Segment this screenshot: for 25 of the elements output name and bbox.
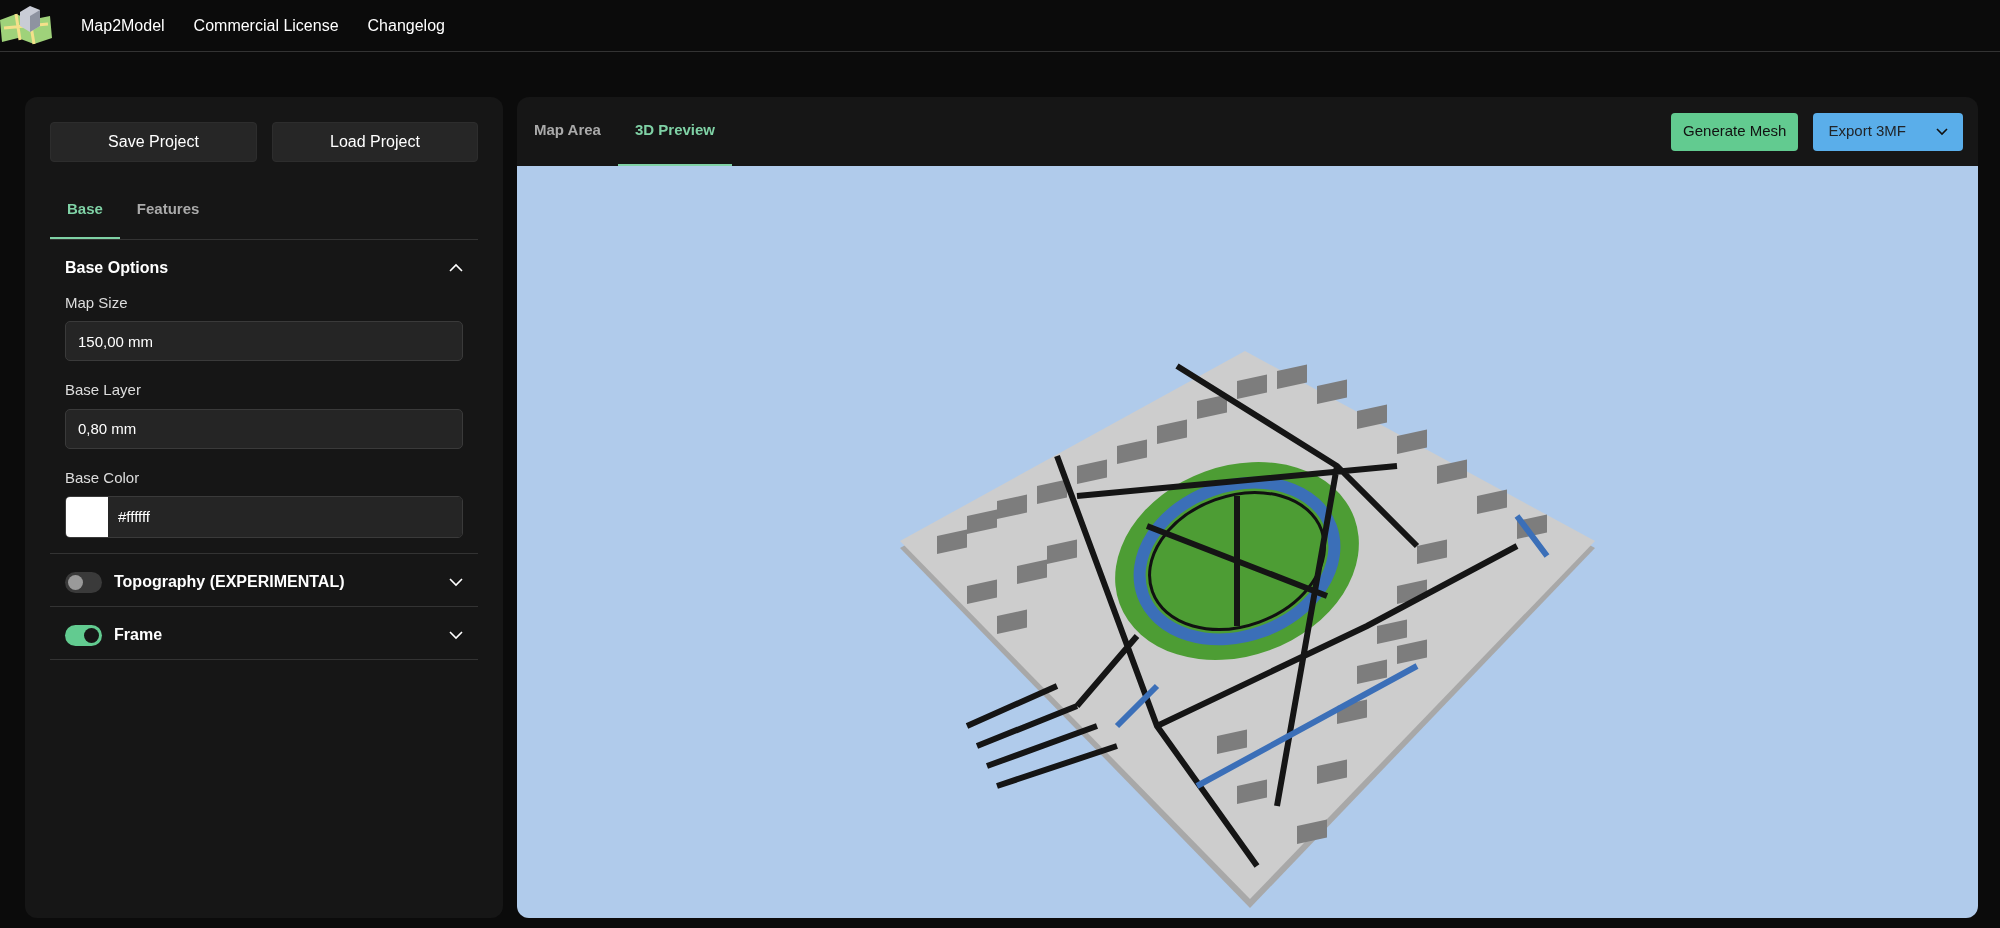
field-label: Base Color [65,467,141,488]
field-label: Map Size [65,292,129,313]
field-label: Base Layer [65,380,142,400]
section-title: Topography (EXPERIMENTAL) [114,572,346,592]
project-button[interactable]: Load Project [271,122,478,162]
collapse-chevron-icon[interactable] [449,263,463,272]
expand-chevron-icon[interactable] [449,630,463,640]
tab[interactable]: Map Area [517,97,618,166]
section-title: Frame [114,625,164,645]
section-title: Base Options [65,257,170,278]
tab[interactable]: Features [119,186,217,239]
input-field[interactable]: 0,80 mm [65,408,463,449]
color-field[interactable]: #ffffff [65,496,463,538]
expand-chevron-icon[interactable] [449,577,463,587]
toggle-switch[interactable] [65,571,102,593]
generate-button[interactable]: Generate Mesh [1671,112,1799,151]
project-button[interactable]: Save Project [50,122,257,162]
input-field[interactable]: 150,00 mm [65,321,463,361]
color-swatch[interactable] [66,497,108,537]
map-cube-icon[interactable] [0,5,52,46]
tab[interactable]: Base [50,186,120,239]
nav-link[interactable]: Commercial License [193,13,339,38]
toggle-switch[interactable] [65,624,102,646]
nav-link[interactable]: Changelog [367,13,445,38]
nav-link[interactable]: Map2Model [81,13,165,38]
